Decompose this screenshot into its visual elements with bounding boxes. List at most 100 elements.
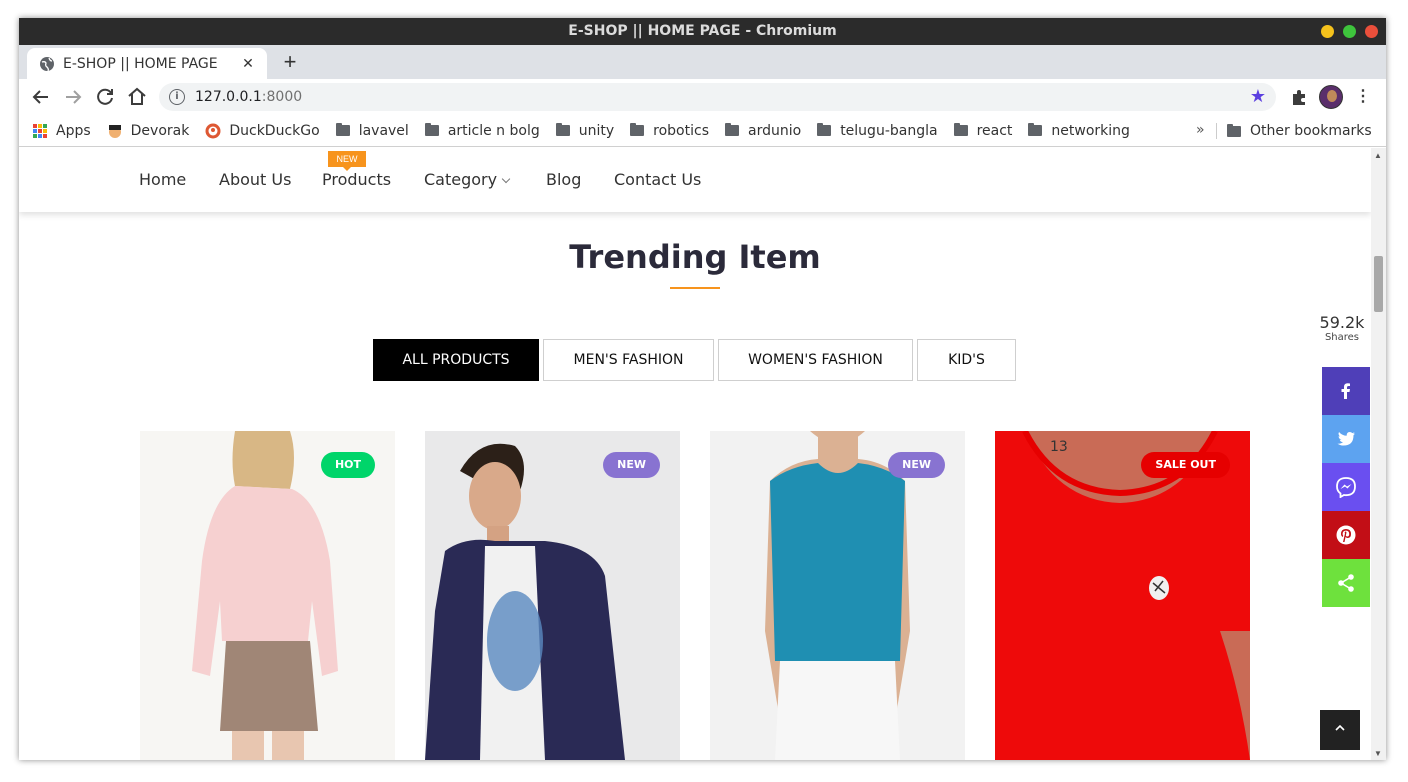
nav-category-label: Category	[424, 170, 498, 189]
man-navy-blazer-image	[425, 431, 680, 760]
twitter-icon	[1337, 432, 1355, 446]
address-bar[interactable]: i 127.0.0.1:8000 ★	[159, 83, 1276, 111]
bookmark-label: Devorak	[130, 122, 190, 139]
browser-tab[interactable]: E-SHOP || HOME PAGE ✕	[27, 48, 267, 79]
nav-home[interactable]: Home	[139, 170, 186, 189]
bookmark-folder-article[interactable]: article n bolg	[424, 122, 540, 139]
url-host: 127.0.0.1	[195, 89, 262, 105]
bookmarks-separator	[1216, 123, 1217, 139]
devorak-favicon-icon	[108, 124, 121, 138]
bookmark-folder-networking[interactable]: networking	[1028, 123, 1130, 139]
globe-icon	[40, 56, 54, 71]
tab-close-icon[interactable]: ✕	[239, 56, 257, 72]
minimize-button[interactable]	[1321, 25, 1334, 38]
profile-avatar[interactable]	[1319, 85, 1343, 109]
product-badge: SALE OUT	[1141, 452, 1230, 478]
nav-about-us[interactable]: About Us	[219, 170, 291, 189]
duckduckgo-favicon-icon	[205, 123, 221, 138]
share-count-label: Shares	[1324, 332, 1360, 343]
menu-kebab-icon[interactable]: ⋮	[1353, 87, 1373, 107]
share-count-number: 59.2k	[1319, 313, 1365, 332]
bookmark-label: react	[976, 122, 1013, 139]
nav-blog[interactable]: Blog	[546, 170, 581, 189]
bookmark-devorak[interactable]: Devorak	[107, 122, 190, 139]
extensions-puzzle-icon[interactable]	[1289, 87, 1309, 107]
twitter-share-button[interactable]	[1322, 415, 1370, 463]
facebook-icon	[1341, 383, 1350, 399]
bookmarks-bar: Apps Devorak DuckDuckGo lavavel article …	[19, 115, 1386, 147]
bookmark-folder-ardunio[interactable]: ardunio	[725, 123, 801, 139]
filter-womens-fashion[interactable]: WOMEN'S FASHION	[718, 339, 913, 381]
bookmark-label: article n bolg	[447, 122, 540, 139]
messenger-share-button[interactable]	[1322, 463, 1370, 511]
bookmark-label: robotics	[653, 122, 709, 139]
tab-title: E-SHOP || HOME PAGE	[63, 55, 218, 72]
bookmark-label: DuckDuckGo	[229, 122, 320, 139]
folder-icon	[725, 123, 739, 136]
product-card[interactable]: NEW	[425, 431, 680, 760]
bookmark-label: networking	[1051, 122, 1130, 139]
bookmark-folder-unity[interactable]: unity	[555, 122, 615, 139]
new-tab-button[interactable]: +	[277, 49, 303, 75]
forward-arrow-icon[interactable]	[61, 85, 85, 109]
scrollbar-thumb[interactable]	[1374, 256, 1383, 312]
product-card[interactable]: 13 SALE OUT	[995, 431, 1250, 760]
maximize-button[interactable]	[1343, 25, 1356, 38]
product-card[interactable]: HOT	[140, 431, 395, 760]
reload-icon[interactable]	[93, 85, 117, 109]
back-arrow-icon[interactable]	[29, 85, 53, 109]
bookmark-folder-lavavel[interactable]: lavavel	[335, 122, 409, 139]
bookmark-folder-robotics[interactable]: robotics	[630, 123, 709, 139]
section-title: Trending Item	[569, 238, 821, 276]
woman-teal-top-image	[710, 431, 965, 760]
pinterest-share-button[interactable]	[1322, 511, 1370, 559]
toolbar: i 127.0.0.1:8000 ★ ⋮	[19, 79, 1386, 115]
bookmark-label: Apps	[56, 122, 91, 139]
new-badge: NEW	[328, 151, 366, 171]
facebook-share-button[interactable]	[1322, 367, 1370, 415]
site-navbar: Home About Us NEW Products Category Blog…	[19, 148, 1371, 212]
folder-icon	[817, 123, 832, 136]
product-card[interactable]: NEW	[710, 431, 965, 760]
bookmark-folder-telugu-bangla[interactable]: telugu-bangla	[817, 123, 938, 139]
share-counter: 59.2k Shares	[1315, 313, 1369, 343]
site-info-icon[interactable]: i	[169, 89, 185, 105]
close-window-button[interactable]	[1365, 25, 1378, 38]
bookmark-duckduckgo[interactable]: DuckDuckGo	[205, 122, 320, 139]
product-badge: NEW	[603, 452, 660, 478]
folder-icon	[335, 123, 350, 136]
bookmark-star-icon[interactable]: ★	[1250, 86, 1266, 107]
home-icon[interactable]	[125, 85, 149, 109]
scroll-down-arrow-icon[interactable]: ▼	[1374, 749, 1382, 758]
messenger-icon	[1336, 477, 1356, 498]
svg-text:13: 13	[1050, 439, 1068, 455]
browser-window: E-SHOP || HOME PAGE - Chromium E-SHOP ||…	[19, 18, 1386, 760]
title-underline	[670, 287, 720, 289]
filter-mens-fashion[interactable]: MEN'S FASHION	[543, 339, 714, 381]
pinterest-icon	[1336, 525, 1356, 545]
nav-contact-us[interactable]: Contact Us	[614, 170, 701, 189]
bookmark-label: unity	[578, 122, 615, 139]
page-viewport: Home About Us NEW Products Category Blog…	[19, 148, 1371, 760]
red-tshirt-image: 13	[995, 431, 1250, 760]
nav-category[interactable]: Category	[424, 170, 511, 189]
scroll-up-arrow-icon[interactable]: ▲	[1374, 151, 1382, 160]
filter-all-products[interactable]: ALL PRODUCTS	[373, 339, 539, 381]
filter-kids[interactable]: KID'S	[917, 339, 1016, 381]
bookmark-apps[interactable]: Apps	[33, 123, 91, 139]
apps-grid-icon	[33, 123, 47, 138]
bookmark-label: ardunio	[748, 122, 802, 139]
folder-icon	[630, 123, 645, 136]
nav-products[interactable]: Products	[322, 170, 391, 189]
product-badge: HOT	[320, 452, 375, 478]
bookmark-label: lavavel	[358, 122, 409, 139]
share-icon	[1338, 574, 1354, 592]
tab-strip: E-SHOP || HOME PAGE ✕ +	[19, 45, 1386, 79]
other-bookmarks[interactable]: Other bookmarks	[1227, 115, 1372, 147]
bookmark-folder-react[interactable]: react	[953, 122, 1013, 139]
page-scrollbar[interactable]: ▲ ▼	[1371, 148, 1386, 760]
generic-share-button[interactable]	[1322, 559, 1370, 607]
folder-icon	[1028, 123, 1043, 136]
scroll-to-top-button[interactable]	[1320, 710, 1360, 750]
more-bookmarks-chevron-icon[interactable]: »	[1196, 122, 1205, 138]
